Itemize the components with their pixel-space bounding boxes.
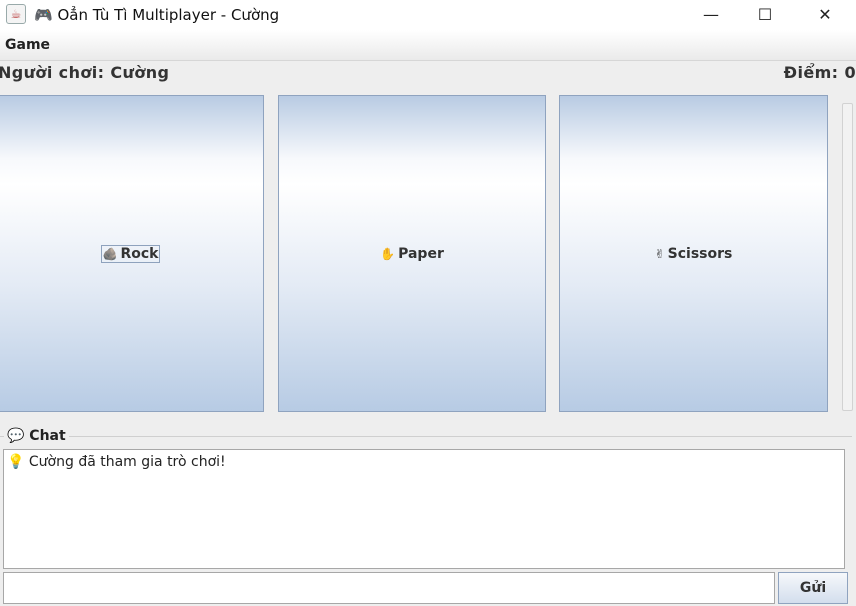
chat-log[interactable]: 💡 Cường đã tham gia trò chơi! xyxy=(3,449,845,569)
minimize-button[interactable]: — xyxy=(682,0,740,30)
lightbulb-icon: 💡 xyxy=(7,454,25,470)
vertical-scrollbar[interactable] xyxy=(842,103,853,411)
rock-label: Rock xyxy=(120,246,159,262)
rock-button[interactable]: 🪨 Rock xyxy=(0,95,264,412)
chat-divider xyxy=(0,436,852,437)
chat-title: 💬 Chat xyxy=(4,428,69,444)
maximize-button[interactable]: ☐ xyxy=(736,0,794,30)
paper-button[interactable]: ✋ Paper xyxy=(278,95,546,412)
player-name-label: Người chơi: Cường xyxy=(0,63,170,82)
java-icon: ☕ xyxy=(6,4,26,24)
window-title: 🎮 Oẳn Tù Tì Multiplayer - Cường xyxy=(34,6,280,24)
title-bar: ☕ 🎮 Oẳn Tù Tì Multiplayer - Cường — ☐ ✕ xyxy=(0,0,856,30)
hand-icon: ✋ xyxy=(380,247,396,261)
rock-icon: 🪨 xyxy=(102,247,118,261)
paper-label: Paper xyxy=(398,246,444,262)
scissors-label: Scissors xyxy=(667,246,733,262)
chat-message: 💡 Cường đã tham gia trò chơi! xyxy=(7,454,226,470)
chat-message-text: Cường đã tham gia trò chơi! xyxy=(28,454,226,470)
menu-bar: Game xyxy=(0,30,856,61)
close-button[interactable]: ✕ xyxy=(796,0,854,30)
menu-game[interactable]: Game xyxy=(5,37,50,53)
chat-input[interactable] xyxy=(3,572,775,604)
scissors-button[interactable]: ✌ Scissors xyxy=(559,95,828,412)
score-label: Điểm: 0 xyxy=(783,63,856,82)
chat-panel: 💬 Chat 💡 Cường đã tham gia trò chơi! Gửi xyxy=(0,428,852,604)
victory-hand-icon: ✌ xyxy=(654,247,665,261)
send-button[interactable]: Gửi xyxy=(778,572,848,604)
